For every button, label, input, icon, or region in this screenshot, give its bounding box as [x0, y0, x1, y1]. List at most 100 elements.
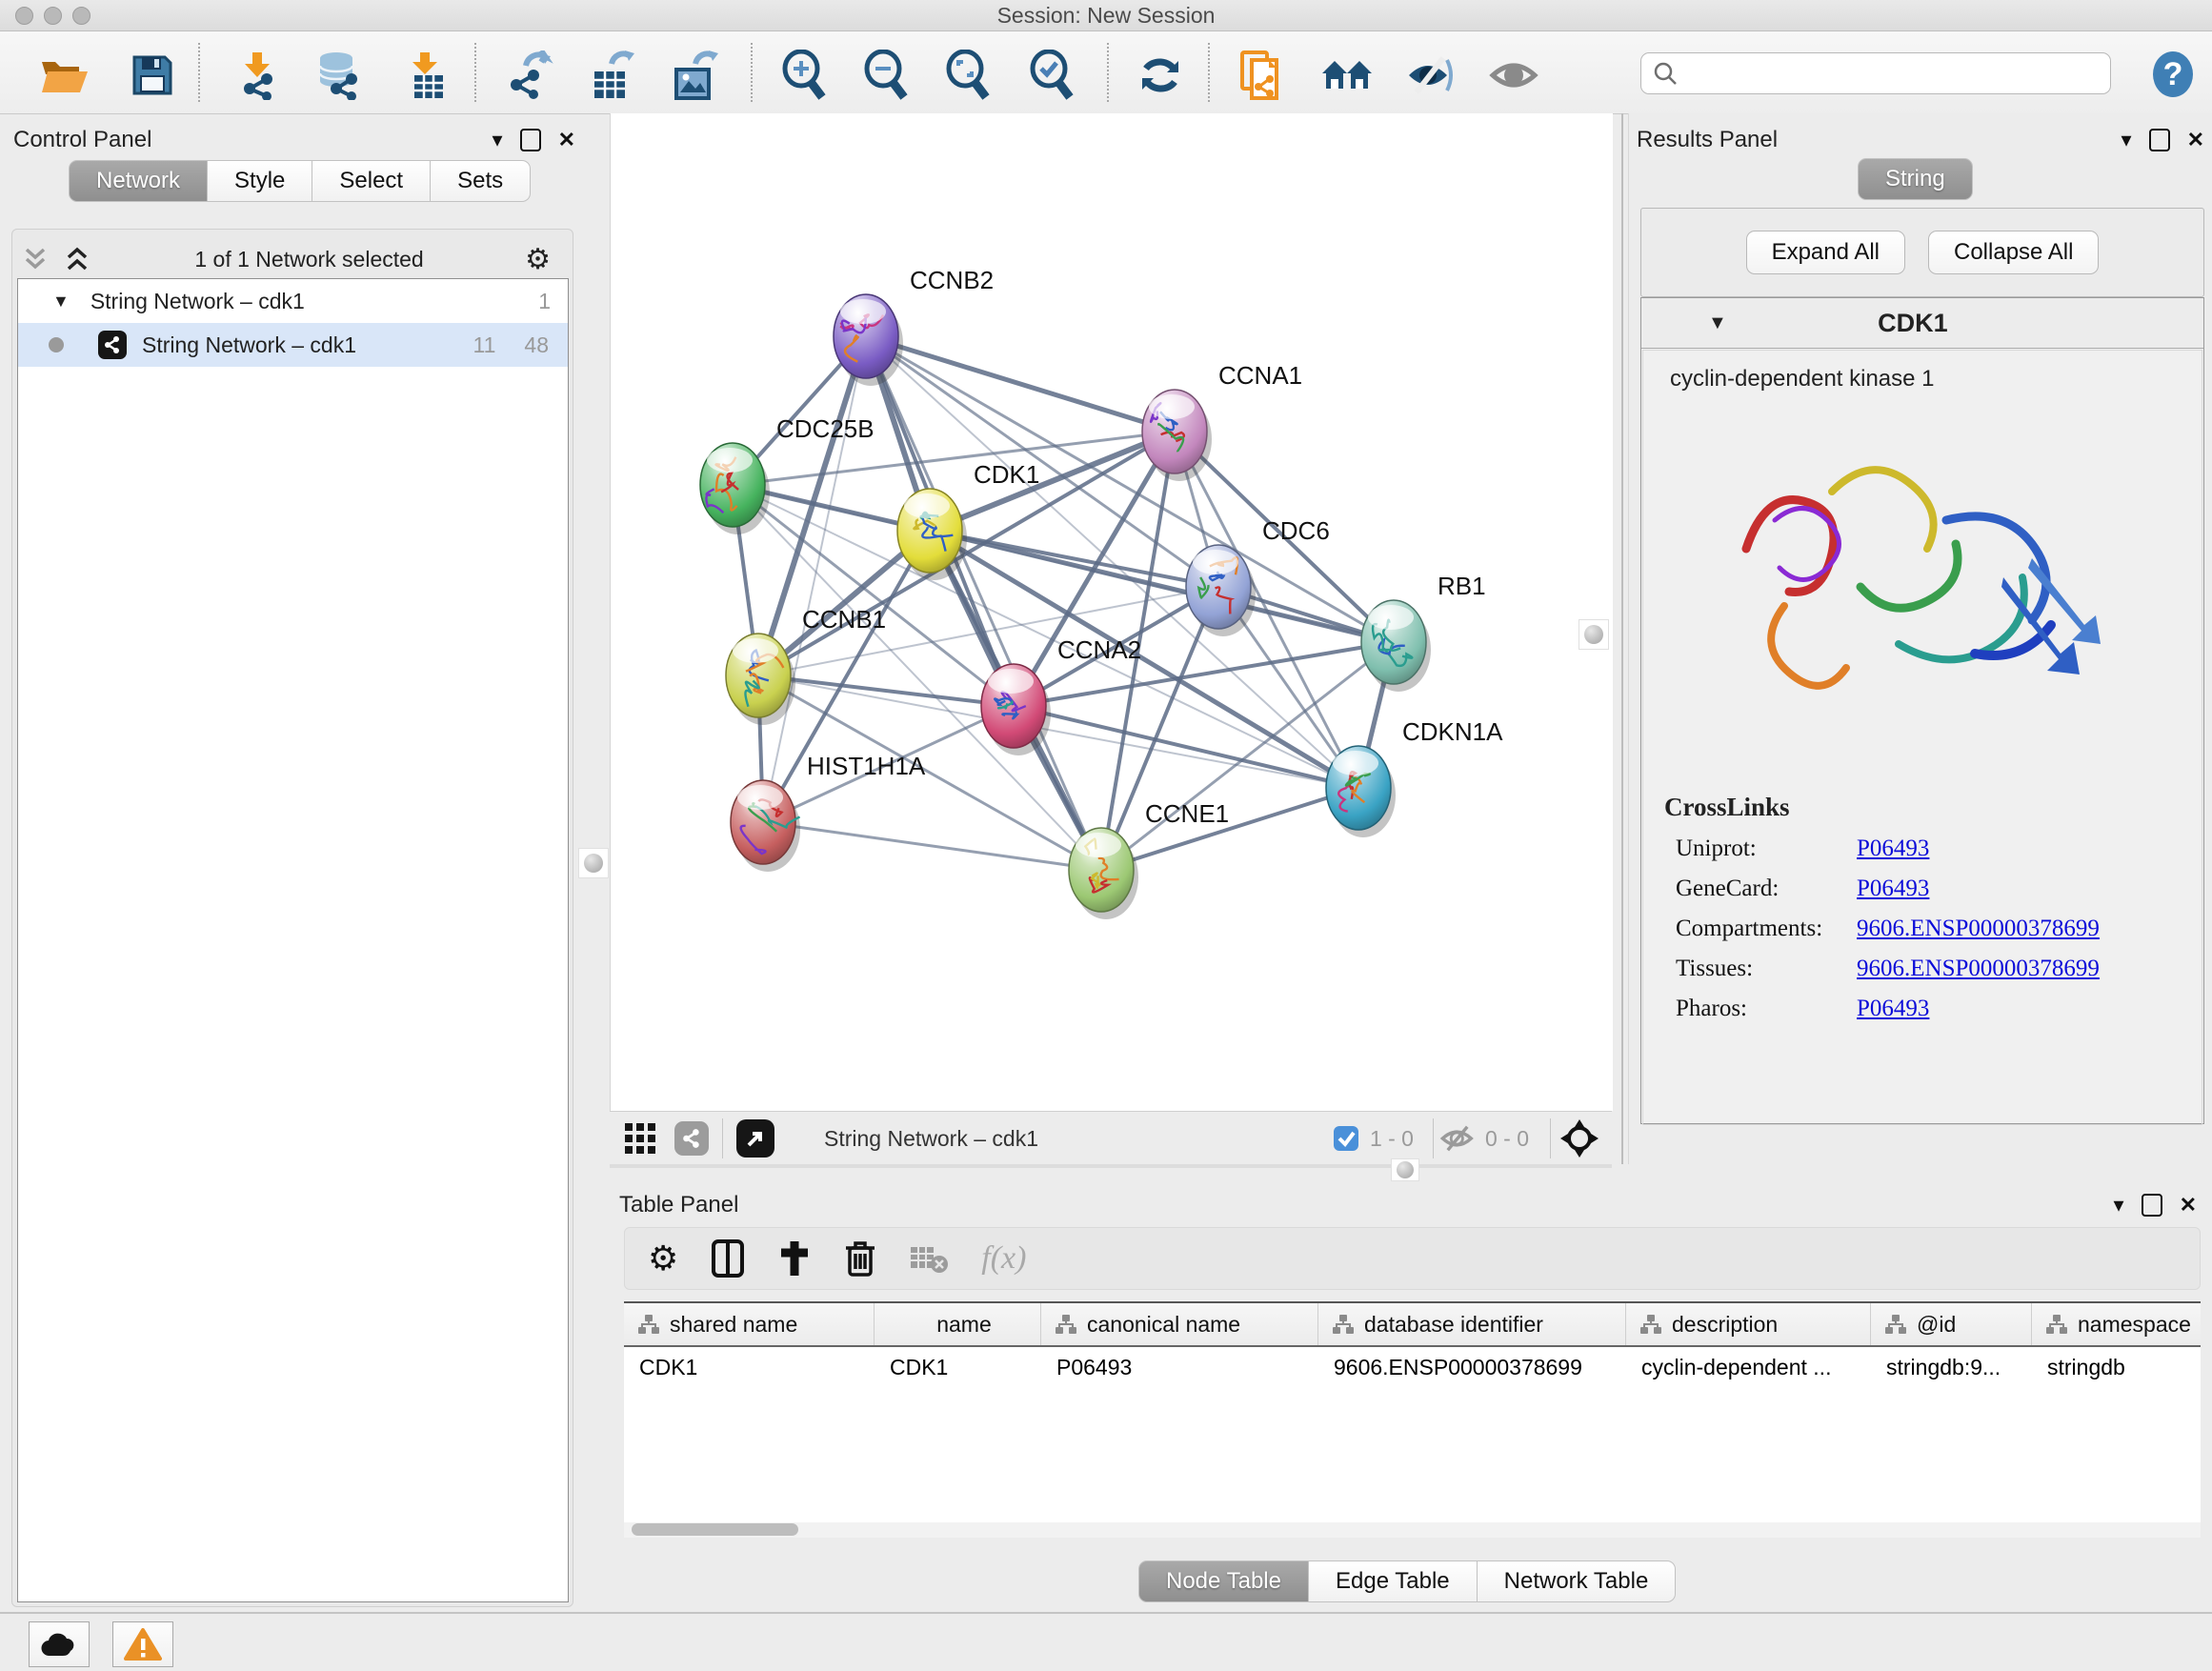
network-node-CDK1[interactable]: CDK1: [897, 460, 1039, 580]
crosslink-link[interactable]: P06493: [1857, 996, 1929, 1022]
delete-trash-icon[interactable]: [844, 1238, 876, 1278]
column-header-database-identifier[interactable]: database identifier: [1318, 1303, 1626, 1345]
network-node-CDKN1A[interactable]: CDKN1A: [1326, 717, 1503, 837]
table-cell[interactable]: CDK1: [624, 1355, 875, 1380]
table-cell[interactable]: P06493: [1041, 1355, 1318, 1380]
network-edge[interactable]: [866, 336, 1175, 432]
table-cell[interactable]: cyclin-dependent ...: [1626, 1355, 1871, 1380]
two-houses-button[interactable]: [1320, 49, 1374, 102]
column-header-canonical-name[interactable]: canonical name: [1041, 1303, 1318, 1345]
import-table-file-button[interactable]: [400, 49, 453, 102]
tab-select[interactable]: Select: [312, 160, 431, 202]
network-node-CDC25B[interactable]: CDC25B: [700, 414, 875, 534]
collapse-all-icon[interactable]: [19, 246, 51, 272]
search-input[interactable]: [1678, 60, 2091, 87]
collapse-all-button[interactable]: Collapse All: [1928, 231, 2099, 274]
export-table-button[interactable]: [585, 49, 638, 102]
export-network-button[interactable]: [503, 49, 556, 102]
selected-checkbox-icon[interactable]: [1332, 1124, 1360, 1153]
table-cell[interactable]: stringdb: [2032, 1355, 2201, 1380]
panel-close-icon[interactable]: ✕: [2180, 1193, 2197, 1218]
zoom-fit-button[interactable]: [941, 49, 995, 102]
vertical-splitter-handle[interactable]: [578, 848, 609, 878]
zoom-out-button[interactable]: [859, 49, 913, 102]
save-session-button[interactable]: [126, 49, 179, 102]
results-splitter-handle[interactable]: [1579, 619, 1609, 650]
table-splitter-handle[interactable]: [1391, 1158, 1419, 1181]
network-view-canvas[interactable]: CCNB2CCNA1CDC25BCDK1CDC6RB1CCNB1CCNA2CDK…: [610, 113, 1613, 1111]
panel-menu-icon[interactable]: ▾: [2114, 1193, 2124, 1218]
hide-graphics-button[interactable]: [1404, 49, 1458, 102]
cloud-status-button[interactable]: [29, 1621, 90, 1667]
hidden-eye-icon[interactable]: [1439, 1124, 1476, 1153]
grid-mode-icon[interactable]: [623, 1121, 657, 1156]
tab-style[interactable]: Style: [208, 160, 312, 202]
panel-float-icon[interactable]: [520, 129, 541, 151]
warnings-button[interactable]: [112, 1621, 173, 1667]
zoom-selected-button[interactable]: [1025, 49, 1078, 102]
network-collection-row[interactable]: ▼ String Network – cdk1 1: [18, 279, 568, 323]
panel-float-icon[interactable]: [2142, 1194, 2162, 1217]
column-header-shared-name[interactable]: shared name: [624, 1303, 875, 1345]
panel-close-icon[interactable]: ✕: [2187, 128, 2204, 152]
network-edge[interactable]: [758, 675, 1014, 706]
protein-card-header[interactable]: ▼ CDK1: [1641, 298, 2203, 349]
function-builder-icon[interactable]: f(x): [981, 1240, 1026, 1277]
crosslink-link[interactable]: P06493: [1857, 836, 1929, 862]
panel-menu-icon[interactable]: ▾: [2122, 128, 2132, 152]
column-header-description[interactable]: description: [1626, 1303, 1871, 1345]
network-edge[interactable]: [1101, 788, 1358, 870]
expand-all-button[interactable]: Expand All: [1746, 231, 1905, 274]
crosslink-link[interactable]: P06493: [1857, 876, 1929, 902]
node-table[interactable]: shared namenamecanonical namedatabase id…: [624, 1301, 2201, 1538]
column-header-@id[interactable]: @id: [1871, 1303, 2032, 1345]
help-button[interactable]: ?: [2151, 50, 2195, 98]
tab-network-table[interactable]: Network Table: [1478, 1560, 1677, 1602]
tab-string[interactable]: String: [1858, 158, 1973, 200]
refresh-button[interactable]: [1134, 49, 1187, 102]
show-columns-icon[interactable]: [711, 1238, 745, 1278]
scrollbar-thumb[interactable]: [632, 1523, 798, 1536]
detach-view-icon[interactable]: [736, 1119, 774, 1158]
network-view-mode-icon[interactable]: [674, 1121, 709, 1156]
collection-expand-icon[interactable]: ▼: [52, 292, 70, 312]
table-cell[interactable]: 9606.ENSP00000378699: [1318, 1355, 1626, 1380]
tab-network[interactable]: Network: [69, 160, 208, 202]
network-edge[interactable]: [866, 336, 1101, 870]
table-horizontal-scrollbar[interactable]: [624, 1522, 2201, 1538]
crosslink-link[interactable]: 9606.ENSP00000378699: [1857, 956, 2100, 982]
column-header-name[interactable]: name: [875, 1303, 1041, 1345]
birdseye-crosshair-icon[interactable]: [1558, 1117, 1600, 1159]
network-edge[interactable]: [1014, 706, 1358, 788]
network-row[interactable]: String Network – cdk1 11 48: [18, 323, 568, 367]
tab-node-table[interactable]: Node Table: [1138, 1560, 1309, 1602]
crosslink-link[interactable]: 9606.ENSP00000378699: [1857, 916, 2100, 942]
import-network-file-button[interactable]: [232, 49, 286, 102]
table-settings-gear-icon[interactable]: ⚙: [648, 1238, 678, 1278]
table-cell[interactable]: CDK1: [875, 1355, 1041, 1380]
table-row[interactable]: CDK1CDK1P064939606.ENSP00000378699cyclin…: [624, 1347, 2201, 1387]
gear-icon[interactable]: ⚙: [525, 243, 551, 276]
column-header-namespace[interactable]: namespace: [2032, 1303, 2201, 1345]
open-file-button[interactable]: [38, 49, 91, 102]
collapse-arrow-icon[interactable]: ▼: [1708, 312, 1727, 334]
network-graph[interactable]: CCNB2CCNA1CDC25BCDK1CDC6RB1CCNB1CCNA2CDK…: [611, 113, 1613, 1111]
panel-menu-icon[interactable]: ▾: [493, 128, 503, 152]
show-graphics-button[interactable]: [1488, 49, 1541, 102]
network-from-selection-button[interactable]: [1235, 49, 1288, 102]
tab-sets[interactable]: Sets: [431, 160, 531, 202]
delete-table-icon[interactable]: [909, 1243, 949, 1274]
tab-edge-table[interactable]: Edge Table: [1309, 1560, 1478, 1602]
panel-float-icon[interactable]: [2149, 129, 2170, 151]
expand-all-icon[interactable]: [61, 246, 93, 272]
zoom-in-button[interactable]: [777, 49, 831, 102]
network-node-RB1[interactable]: RB1: [1361, 572, 1486, 692]
network-node-CCNE1[interactable]: CCNE1: [1069, 799, 1229, 919]
network-edge[interactable]: [866, 336, 1394, 642]
import-network-database-button[interactable]: [312, 49, 366, 102]
table-cell[interactable]: stringdb:9...: [1871, 1355, 2032, 1380]
search-field[interactable]: [1640, 52, 2111, 94]
network-node-CCNA1[interactable]: CCNA1: [1142, 361, 1302, 481]
panel-close-icon[interactable]: ✕: [558, 128, 575, 152]
network-edge[interactable]: [763, 822, 1101, 870]
